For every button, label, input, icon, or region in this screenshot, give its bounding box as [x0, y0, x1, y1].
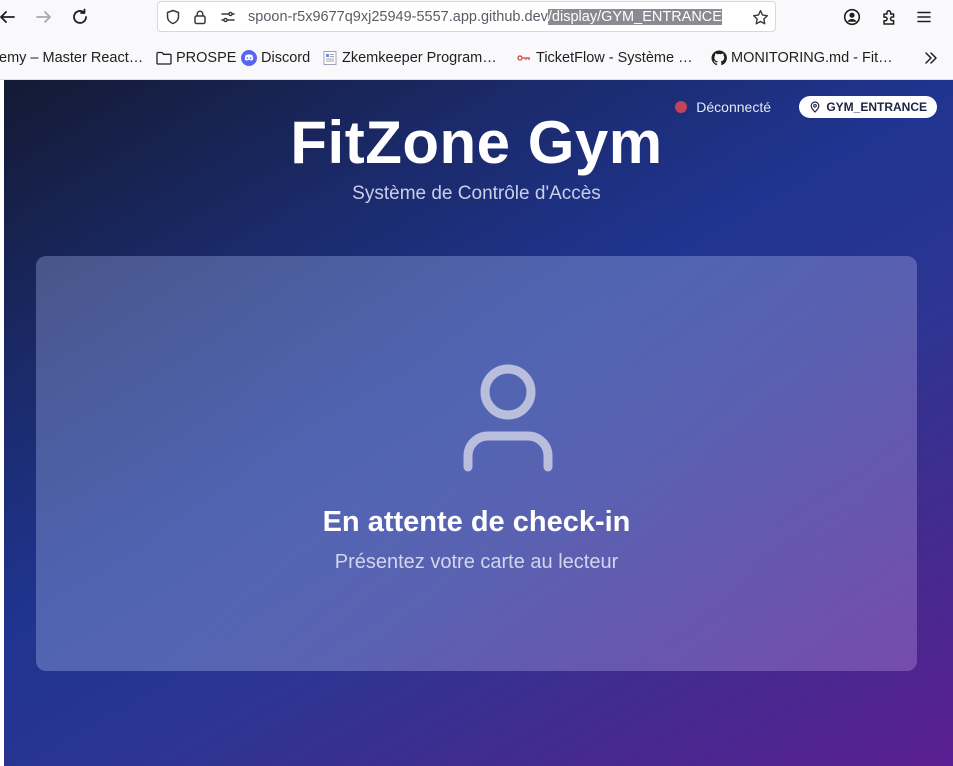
- bookmark-label: MONITORING.md - Fit…: [731, 50, 893, 66]
- url-bar[interactable]: spoon-r5x9677q9xj25949-5557.app.github.d…: [157, 1, 776, 32]
- ticketflow-icon: [516, 50, 532, 66]
- bookmark-ticketflow[interactable]: TicketFlow - Système …: [516, 49, 693, 67]
- extensions-icon[interactable]: [876, 4, 902, 30]
- url-text[interactable]: spoon-r5x9677q9xj25949-5557.app.github.d…: [248, 9, 722, 25]
- bookmark-label: PROSPE: [176, 50, 237, 66]
- browser-toolbar: spoon-r5x9677q9xj25949-5557.app.github.d…: [0, 0, 953, 36]
- checkin-instruction: Présentez votre carte au lecteur: [334, 551, 619, 573]
- user-icon: [458, 360, 558, 472]
- folder-icon: [156, 50, 172, 66]
- bookmark-prospe[interactable]: PROSPE: [156, 49, 236, 67]
- reload-icon[interactable]: [67, 4, 93, 30]
- star-icon[interactable]: [751, 8, 769, 26]
- page-title: FitZone Gym: [290, 109, 663, 176]
- bookmark-label: Zkemkeeper Program…: [342, 50, 497, 66]
- bookmark-udemy[interactable]: emy – Master React…: [0, 49, 143, 67]
- bookmark-label: Discord: [261, 50, 311, 66]
- discord-icon: [241, 50, 257, 66]
- bookmark-monitoring[interactable]: MONITORING.md - Fit…: [711, 49, 893, 67]
- lock-icon[interactable]: [191, 8, 209, 26]
- page-subtitle: Système de Contrôle d'Accès: [352, 183, 601, 204]
- url-selected: /display/GYM_ENTRANCE: [547, 9, 722, 25]
- bookmark-discord[interactable]: Discord: [241, 49, 310, 67]
- bookmark-zkemkeeper[interactable]: Zkemkeeper Program…: [322, 49, 497, 67]
- forward-icon[interactable]: [31, 4, 57, 30]
- github-icon: [711, 50, 727, 66]
- bookmarks-bar: emy – Master React… PROSPE Discord Zkemk…: [0, 36, 953, 80]
- account-icon[interactable]: [839, 4, 865, 30]
- document-icon: [322, 50, 338, 66]
- back-icon[interactable]: [0, 4, 20, 30]
- bookmark-label: emy – Master React…: [0, 50, 144, 66]
- bookmark-label: TicketFlow - Système …: [536, 50, 693, 66]
- permissions-icon[interactable]: [219, 8, 237, 26]
- checkin-card: En attente de check-in Présentez votre c…: [36, 256, 917, 671]
- menu-icon[interactable]: [911, 4, 937, 30]
- chevron-right-double-icon[interactable]: [921, 48, 941, 68]
- url-prefix: spoon-r5x9677q9xj25949-5557.app.github.d…: [248, 9, 548, 25]
- shield-icon[interactable]: [164, 8, 182, 26]
- gym-display-page: Déconnecté GYM_ENTRANCE FitZone Gym Syst…: [4, 80, 953, 766]
- checkin-title: En attente de check-in: [322, 506, 631, 538]
